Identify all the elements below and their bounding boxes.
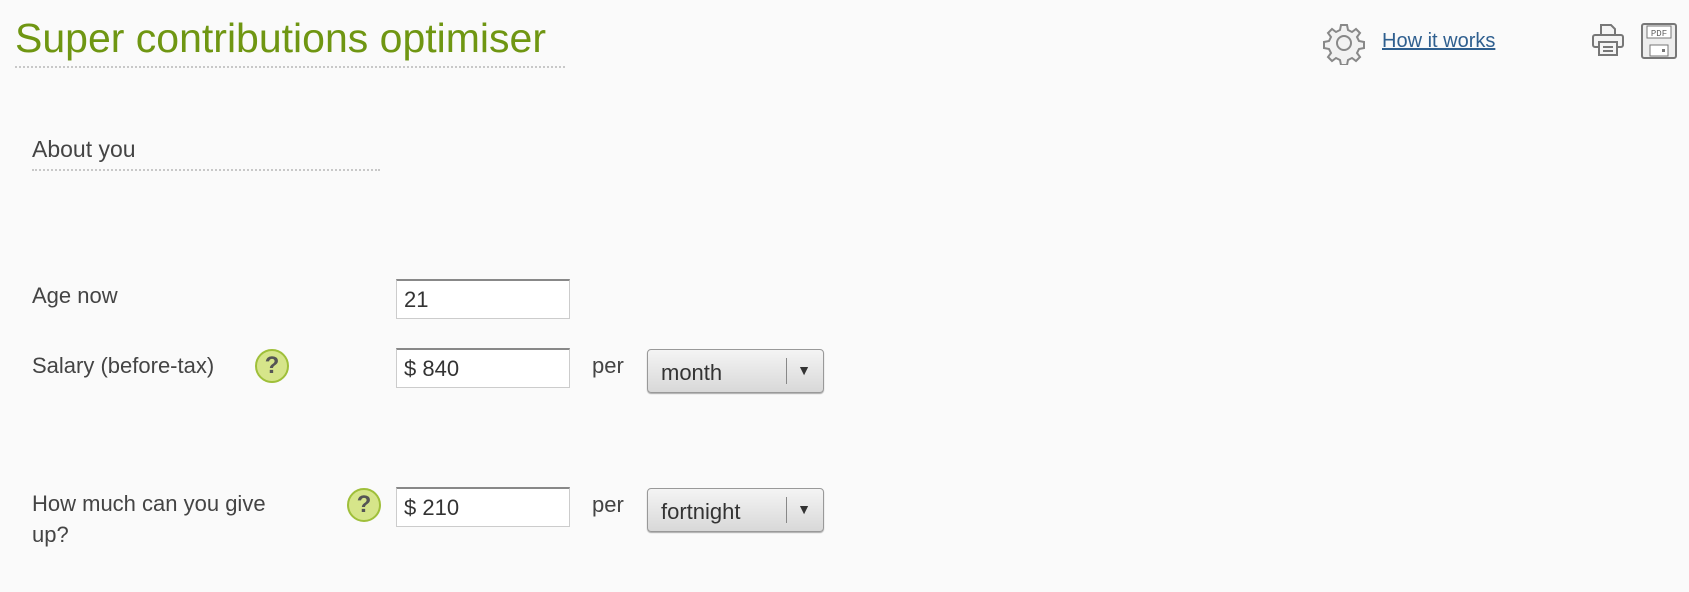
select-separator xyxy=(786,497,787,523)
salary-per-label: per xyxy=(592,353,624,378)
give-up-input[interactable]: $ 210 xyxy=(396,487,570,527)
select-separator xyxy=(786,358,787,384)
chevron-down-icon: ▼ xyxy=(797,501,811,517)
how-it-works-link[interactable]: How it works xyxy=(1382,30,1495,53)
salary-input[interactable]: $ 840 xyxy=(396,348,570,388)
print-icon[interactable] xyxy=(1590,22,1626,58)
salary-help-icon[interactable]: ? xyxy=(255,349,289,383)
salary-period-select[interactable]: month ▼ xyxy=(647,349,824,393)
section-title: About you xyxy=(32,136,136,162)
give-up-period-value: fortnight xyxy=(661,499,741,524)
chevron-down-icon: ▼ xyxy=(797,362,811,378)
give-up-help-icon[interactable]: ? xyxy=(347,488,381,522)
give-up-label: How much can you give up? xyxy=(32,491,266,547)
give-up-period-select[interactable]: fortnight ▼ xyxy=(647,488,824,532)
salary-period-value: month xyxy=(661,360,723,385)
page-title: Super contributions optimiser xyxy=(15,15,546,61)
section-divider xyxy=(32,169,380,171)
pdf-save-icon[interactable]: PDF xyxy=(1640,22,1678,60)
give-up-per-label: per xyxy=(592,492,624,517)
gear-icon[interactable] xyxy=(1322,21,1366,65)
age-input[interactable]: 21 xyxy=(396,279,570,319)
salary-label: Salary (before-tax) xyxy=(32,353,215,378)
pdf-icon-text: PDF xyxy=(1651,29,1667,39)
age-label: Age now xyxy=(32,283,118,308)
title-divider xyxy=(15,66,565,68)
